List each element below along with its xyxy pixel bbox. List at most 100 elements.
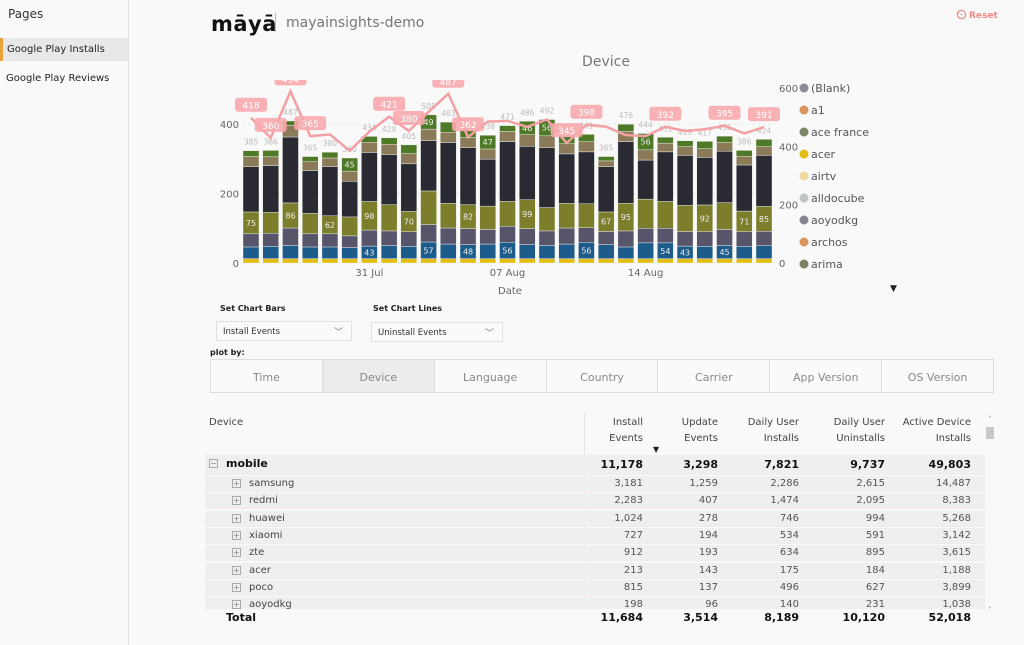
legend-item: airtv	[811, 170, 837, 183]
tab-app-version[interactable]: App Version	[770, 360, 883, 392]
table-row[interactable]: + xiaomi 727 194 534 591 3,142	[205, 527, 985, 544]
line-label: 362	[459, 121, 476, 131]
cell: 14,487	[936, 478, 971, 489]
table-row[interactable]: + zte 912 193 634 895 3,615	[205, 545, 985, 562]
expand-icon[interactable]: +	[232, 565, 241, 575]
tab-language[interactable]: Language	[434, 360, 547, 392]
reset-icon	[956, 9, 967, 23]
legend-item: aoyodkg	[811, 214, 858, 227]
sidebar-item-google-play-installs[interactable]: Google Play Installs	[0, 38, 128, 61]
scroll-down-icon[interactable]: ˅	[985, 606, 995, 615]
tab-time[interactable]: Time	[211, 360, 323, 392]
table-scrollbar[interactable]: ˄ ˅	[985, 415, 995, 615]
right-axis-tick: 0	[779, 259, 785, 270]
bar-segment	[499, 125, 516, 132]
cell: 5,268	[942, 512, 971, 524]
scroll-up-icon[interactable]: ˄	[985, 415, 995, 424]
bar-segment	[538, 245, 556, 259]
expand-icon[interactable]: +	[232, 582, 241, 592]
reset-button[interactable]: Reset	[956, 9, 998, 23]
tab-os-version[interactable]: OS Version	[882, 360, 994, 392]
bar-segment	[617, 258, 635, 264]
bar-segment	[578, 151, 595, 204]
row-label: samsung	[249, 478, 295, 489]
column-header[interactable]: Daily User Installs	[709, 415, 799, 447]
expand-icon[interactable]: +	[232, 548, 241, 558]
bar-segment	[538, 207, 556, 232]
bar-segment	[617, 230, 635, 248]
column-header[interactable]: Active Device Installs	[881, 415, 971, 447]
line-label: 421	[381, 101, 398, 111]
table-row[interactable]: + acer 213 143 175 184 1,188	[205, 562, 985, 579]
bar-segment	[755, 258, 773, 264]
bar-segment-label: 48	[463, 248, 473, 257]
cell: 2,095	[856, 495, 885, 507]
expand-icon[interactable]: +	[232, 479, 241, 488]
bar-segment	[716, 135, 733, 143]
bar-segment	[558, 227, 575, 245]
x-axis-tick: 14 Aug	[628, 268, 663, 279]
table-row[interactable]: + huawei 1,024 278 746 994 5,268	[205, 510, 985, 527]
bar-segment	[301, 156, 319, 162]
bar-segment	[242, 166, 260, 213]
bar-segment	[637, 149, 654, 161]
bar-segment	[499, 141, 516, 202]
bar-segment	[676, 140, 694, 147]
bar-segment-label: 86	[285, 211, 295, 220]
cell: 634	[779, 547, 799, 559]
bar-segment	[519, 258, 536, 264]
bar-segment	[341, 181, 358, 218]
cell: 627	[865, 581, 885, 593]
column-header[interactable]: Update Events	[628, 415, 718, 447]
bar-segment	[321, 246, 339, 259]
row-label: huawei	[249, 512, 285, 524]
total-cell: 11,684	[600, 611, 643, 624]
group-row-mobile[interactable]: − mobile 11,178 3,298 7,821 9,737 49,803	[205, 455, 985, 475]
tab-country[interactable]: Country	[546, 360, 659, 392]
bar-segment	[597, 160, 615, 167]
bar-segment	[440, 203, 457, 229]
cell: 496	[779, 581, 799, 593]
expand-icon[interactable]: +	[232, 530, 241, 540]
x-axis-tick: 07 Aug	[490, 268, 525, 279]
total-row: Total 11,684 3,514 8,189 10,120 52,018	[205, 609, 985, 627]
bar-segment	[242, 156, 260, 167]
tab-device[interactable]: Device	[322, 360, 435, 392]
expand-icon[interactable]: +	[232, 513, 241, 523]
bar-segment-label: 95	[621, 213, 631, 222]
bar-segment	[341, 170, 358, 182]
column-header-line1: Active Device	[902, 417, 971, 428]
line-label: 380	[400, 115, 417, 125]
tab-carrier[interactable]: Carrier	[658, 360, 771, 392]
cell: 2,615	[856, 478, 885, 489]
bar-segment	[380, 204, 398, 232]
cell: 534	[779, 529, 799, 541]
sort-desc-icon[interactable]: ▼	[653, 445, 659, 454]
table-row[interactable]: + poco 815 137 496 627 3,899	[205, 579, 985, 596]
left-axis-tick: 200	[220, 190, 239, 201]
collapse-icon[interactable]: −	[209, 459, 218, 468]
bar-segment	[597, 156, 615, 162]
bar-segment	[479, 205, 496, 230]
line-label: 391	[755, 111, 772, 121]
expand-icon[interactable]: +	[232, 496, 241, 506]
expand-icon[interactable]: +	[232, 600, 241, 610]
bar-segment	[400, 153, 418, 165]
bar-segment	[736, 164, 753, 212]
sidebar-item-google-play-reviews[interactable]: Google Play Reviews	[0, 67, 128, 90]
table-row[interactable]: + samsung 3,181 1,259 2,286 2,615 14,487	[205, 476, 985, 492]
bar-segment	[282, 258, 299, 264]
scrollbar-thumb[interactable]	[986, 427, 994, 439]
row-label: acer	[249, 564, 271, 576]
device-column-header[interactable]: Device	[209, 417, 243, 428]
bar-segment	[459, 228, 477, 245]
table-row[interactable]: + redmi 2,283 407 1,474 2,095 8,383	[205, 493, 985, 510]
chart-filter-dropdown-icon[interactable]: ▼	[890, 284, 897, 294]
lines-select[interactable]: Uninstall Events ﹀	[371, 322, 503, 342]
bar-segment	[716, 229, 733, 246]
bar-segment	[301, 258, 319, 264]
bar-segment	[519, 146, 536, 200]
column-header[interactable]: Daily User Uninstalls	[795, 415, 885, 447]
legend-item: alldocube	[811, 192, 865, 205]
bars-select[interactable]: Install Events ﹀	[216, 321, 352, 341]
